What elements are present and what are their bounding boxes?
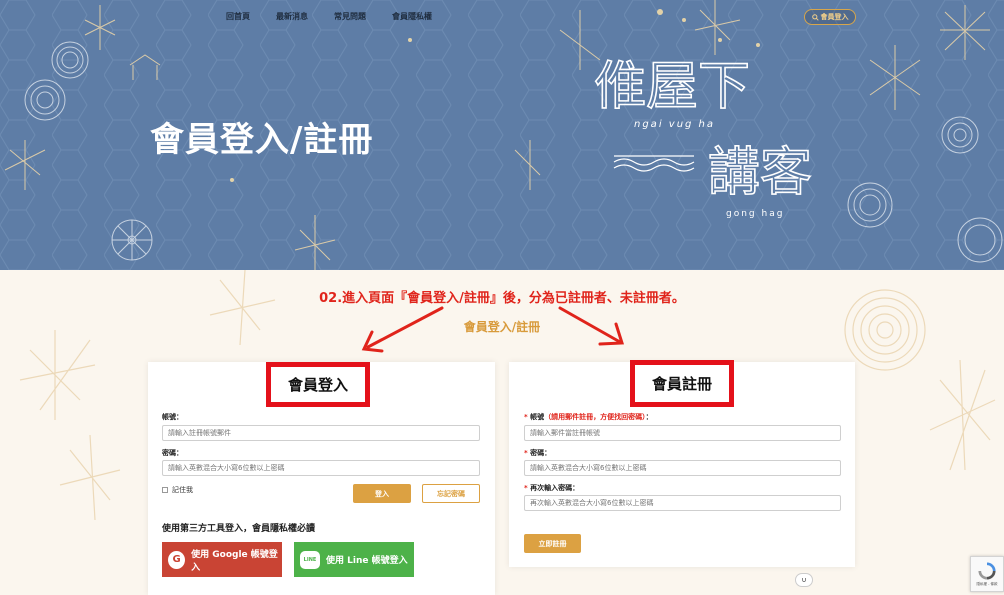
nav-faq[interactable]: 常見問題 [334, 11, 366, 22]
nav-home[interactable]: 回首頁 [226, 11, 250, 22]
login-password-label: 密碼： [162, 449, 183, 457]
arrow-left-icon [366, 306, 444, 349]
google-login-label: 使用 Google 帳號登入 [191, 549, 278, 573]
search-icon [811, 13, 819, 21]
member-login-label: 會員登入 [820, 13, 849, 21]
login-password-input[interactable] [162, 460, 480, 476]
nav-news[interactable]: 最新消息 [276, 11, 308, 22]
remember-label: 記住我 [172, 486, 193, 494]
register-password-input[interactable] [524, 460, 841, 476]
logo-wave-icon [613, 155, 695, 172]
google-icon: G [168, 550, 186, 569]
register-account-input[interactable] [524, 425, 841, 441]
logo-romaji2: gong hag [726, 209, 784, 219]
line-login-label: 使用 Line 帳號登入 [326, 556, 408, 566]
recaptcha-text: 隱私權 - 條款 [976, 581, 998, 586]
scroll-top-button[interactable]: ∪ [795, 573, 813, 587]
brand-logo: 倠屋下 ngai vug ha 講客 gong hag [593, 56, 813, 219]
register-heading: 會員註冊 [630, 360, 734, 407]
hero-banner: 回首頁 最新消息 常見問題 會員隱私權 會員登入 會員登入/註冊 倠屋下 nga… [0, 0, 1004, 270]
line-icon: LINE [300, 550, 320, 569]
register-submit-button[interactable]: 立即註冊 [524, 534, 581, 553]
forgot-password-button[interactable]: 忘記密碼 [422, 484, 480, 503]
logo-line2: 講客 [708, 143, 812, 203]
login-button[interactable]: 登入 [353, 484, 411, 503]
login-account-label: 帳號： [162, 413, 183, 421]
login-card: 會員登入 帳號： 密碼： 記住我 登入 忘記密碼 使用第三方工具登入，會員隱私權… [148, 362, 495, 595]
register-account-label: * 帳號（請用郵件註冊，方便找回密碼）： [524, 413, 653, 421]
google-login-button[interactable]: G 使用 Google 帳號登入 [162, 542, 282, 577]
login-account-input[interactable] [162, 425, 480, 441]
recaptcha-icon [978, 561, 996, 580]
line-login-button[interactable]: LINE 使用 Line 帳號登入 [294, 542, 414, 577]
nav-privacy[interactable]: 會員隱私權 [392, 11, 432, 22]
register-confirm-input[interactable] [524, 495, 841, 511]
register-confirm-label: * 再次輸入密碼： [524, 484, 580, 492]
top-nav: 回首頁 最新消息 常見問題 會員隱私權 [226, 11, 458, 22]
register-password-label: * 密碼： [524, 449, 552, 457]
member-login-button[interactable]: 會員登入 [804, 9, 856, 25]
remember-me[interactable]: 記住我 [162, 485, 193, 495]
recaptcha-badge[interactable]: 隱私權 - 條款 [970, 556, 1004, 592]
login-heading: 會員登入 [266, 362, 370, 407]
logo-line1: 倠屋下 [594, 57, 750, 117]
remember-checkbox[interactable] [162, 487, 168, 493]
annotation-arrows [361, 306, 625, 353]
arrow-right-icon [558, 306, 622, 344]
third-party-label: 使用第三方工具登入，會員隱私權必讀 [162, 524, 316, 534]
logo-romaji1: ngai vug ha [634, 119, 715, 130]
register-card: 會員註冊 * 帳號（請用郵件註冊，方便找回密碼）： * 密碼： * 再次輸入密碼… [509, 360, 855, 567]
page-title: 會員登入/註冊 [150, 120, 374, 160]
